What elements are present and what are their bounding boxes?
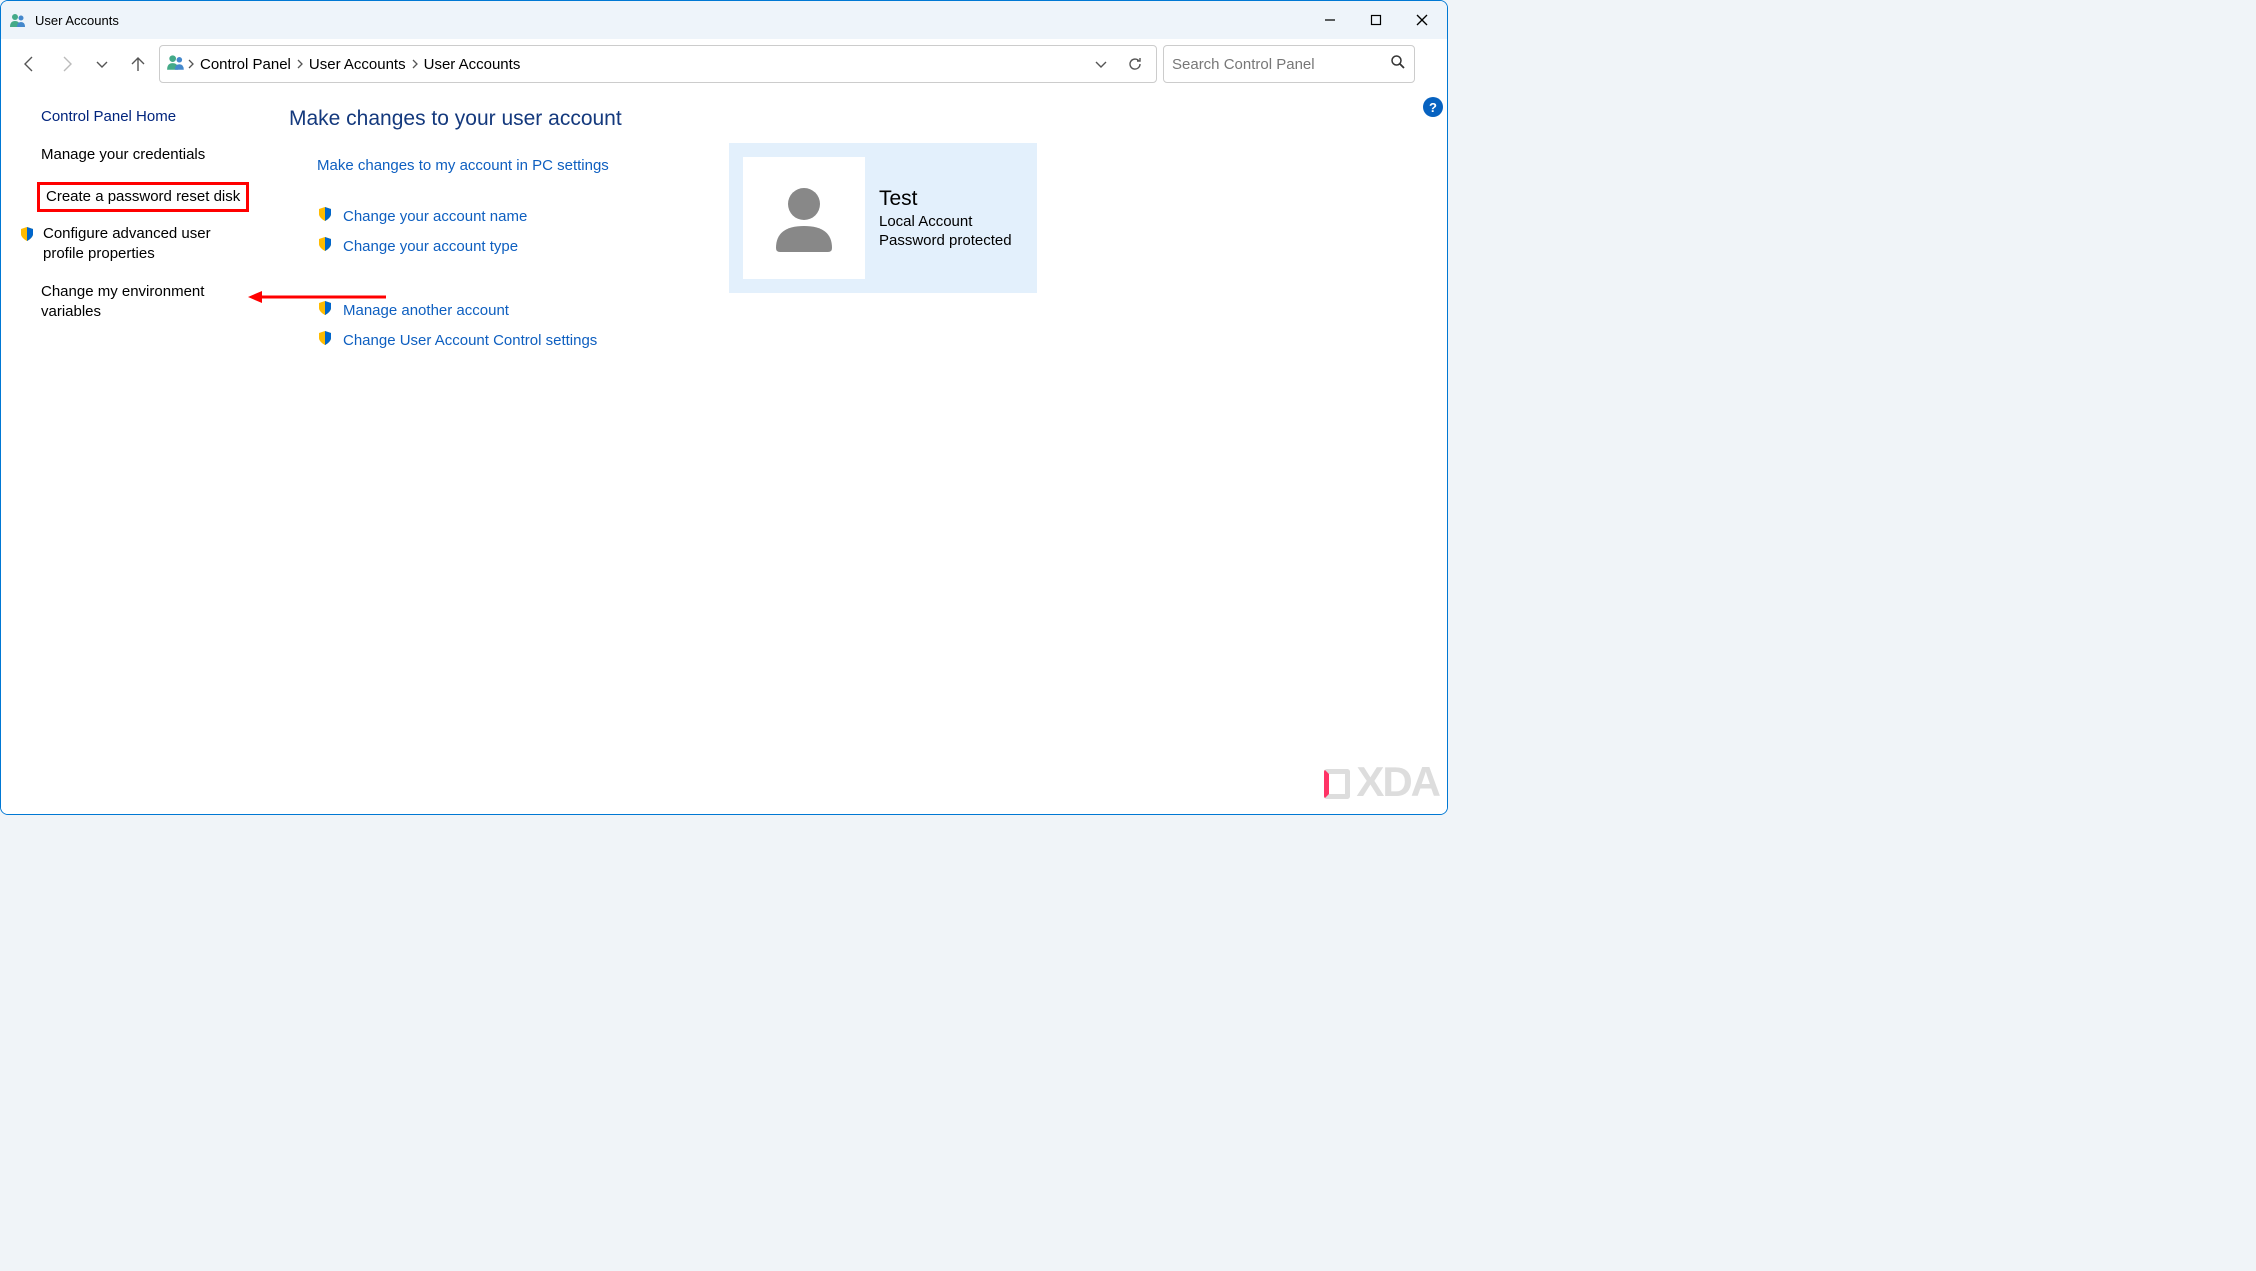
user-name: Test [879, 187, 1012, 211]
left-panel: Control Panel Home Manage your credentia… [1, 89, 289, 814]
titlebar: User Accounts [1, 1, 1447, 39]
navigation-toolbar: Control Panel User Accounts User Account… [1, 39, 1447, 89]
page-heading: Make changes to your user account [289, 107, 1427, 131]
titlebar-left: User Accounts [9, 11, 119, 29]
minimize-button[interactable] [1307, 1, 1353, 39]
sidebar-item: Configure advanced user profile properti… [41, 224, 269, 265]
forward-button[interactable] [51, 49, 81, 79]
control-panel-window: User Accounts [0, 0, 1448, 815]
link-label: Change your account type [343, 238, 518, 255]
sidebar-link-manage-credentials[interactable]: Manage your credentials [41, 145, 269, 165]
main-content: Make changes to your user account Make c… [289, 89, 1447, 814]
user-info: Test Local Account Password protected [879, 187, 1012, 249]
breadcrumb-label: Control Panel [200, 56, 291, 73]
breadcrumb-root-icon[interactable] [166, 52, 186, 76]
watermark-logo-icon [1324, 769, 1350, 799]
user-password-status: Password protected [879, 232, 1012, 249]
current-user-card: Test Local Account Password protected [729, 143, 1037, 293]
breadcrumb-item[interactable]: Control Panel [196, 46, 295, 82]
sidebar-link-configure-profile[interactable]: Configure advanced user profile properti… [43, 224, 243, 265]
window-title: User Accounts [35, 13, 119, 28]
sidebar-item: Change my environment variables [41, 282, 269, 323]
user-accounts-app-icon [9, 11, 27, 29]
search-icon[interactable] [1390, 54, 1406, 74]
sidebar-link-environment-variables[interactable]: Change my environment variables [41, 282, 241, 323]
watermark-text: XDA [1356, 758, 1439, 806]
recent-locations-button[interactable] [87, 49, 117, 79]
chevron-right-icon[interactable] [410, 56, 420, 73]
link-change-uac-settings[interactable]: Change User Account Control settings [317, 330, 1427, 350]
shield-icon [317, 330, 333, 350]
link-label: Change your account name [343, 208, 527, 225]
link-label: Make changes to my account in PC setting… [317, 157, 609, 174]
chevron-right-icon[interactable] [186, 56, 196, 73]
avatar [743, 157, 865, 279]
link-manage-another-account[interactable]: Manage another account [317, 300, 1427, 320]
breadcrumb-label: User Accounts [424, 56, 521, 73]
address-bar[interactable]: Control Panel User Accounts User Account… [159, 45, 1157, 83]
search-box[interactable] [1163, 45, 1415, 83]
breadcrumb-label: User Accounts [309, 56, 406, 73]
breadcrumb-item[interactable]: User Accounts [420, 46, 525, 82]
refresh-button[interactable] [1118, 47, 1152, 81]
annotation-highlight: Create a password reset disk [37, 182, 249, 212]
link-label: Manage another account [343, 302, 509, 319]
up-button[interactable] [123, 49, 153, 79]
shield-icon [317, 206, 333, 226]
breadcrumb-item[interactable]: User Accounts [305, 46, 410, 82]
back-button[interactable] [15, 49, 45, 79]
window-controls [1307, 1, 1445, 39]
control-panel-home-link[interactable]: Control Panel Home [41, 107, 269, 127]
user-account-type: Local Account [879, 213, 1012, 230]
close-button[interactable] [1399, 1, 1445, 39]
shield-icon [317, 236, 333, 256]
shield-icon [19, 226, 35, 246]
link-label: Change User Account Control settings [343, 332, 597, 349]
content-area: ? Control Panel Home Manage your credent… [1, 89, 1447, 814]
watermark: XDA [1324, 758, 1439, 806]
sidebar-link-create-password-reset-disk[interactable]: Create a password reset disk [46, 187, 240, 207]
chevron-right-icon[interactable] [295, 56, 305, 73]
shield-icon [317, 300, 333, 320]
maximize-button[interactable] [1353, 1, 1399, 39]
address-history-dropdown[interactable] [1084, 47, 1118, 81]
search-input[interactable] [1172, 56, 1384, 73]
